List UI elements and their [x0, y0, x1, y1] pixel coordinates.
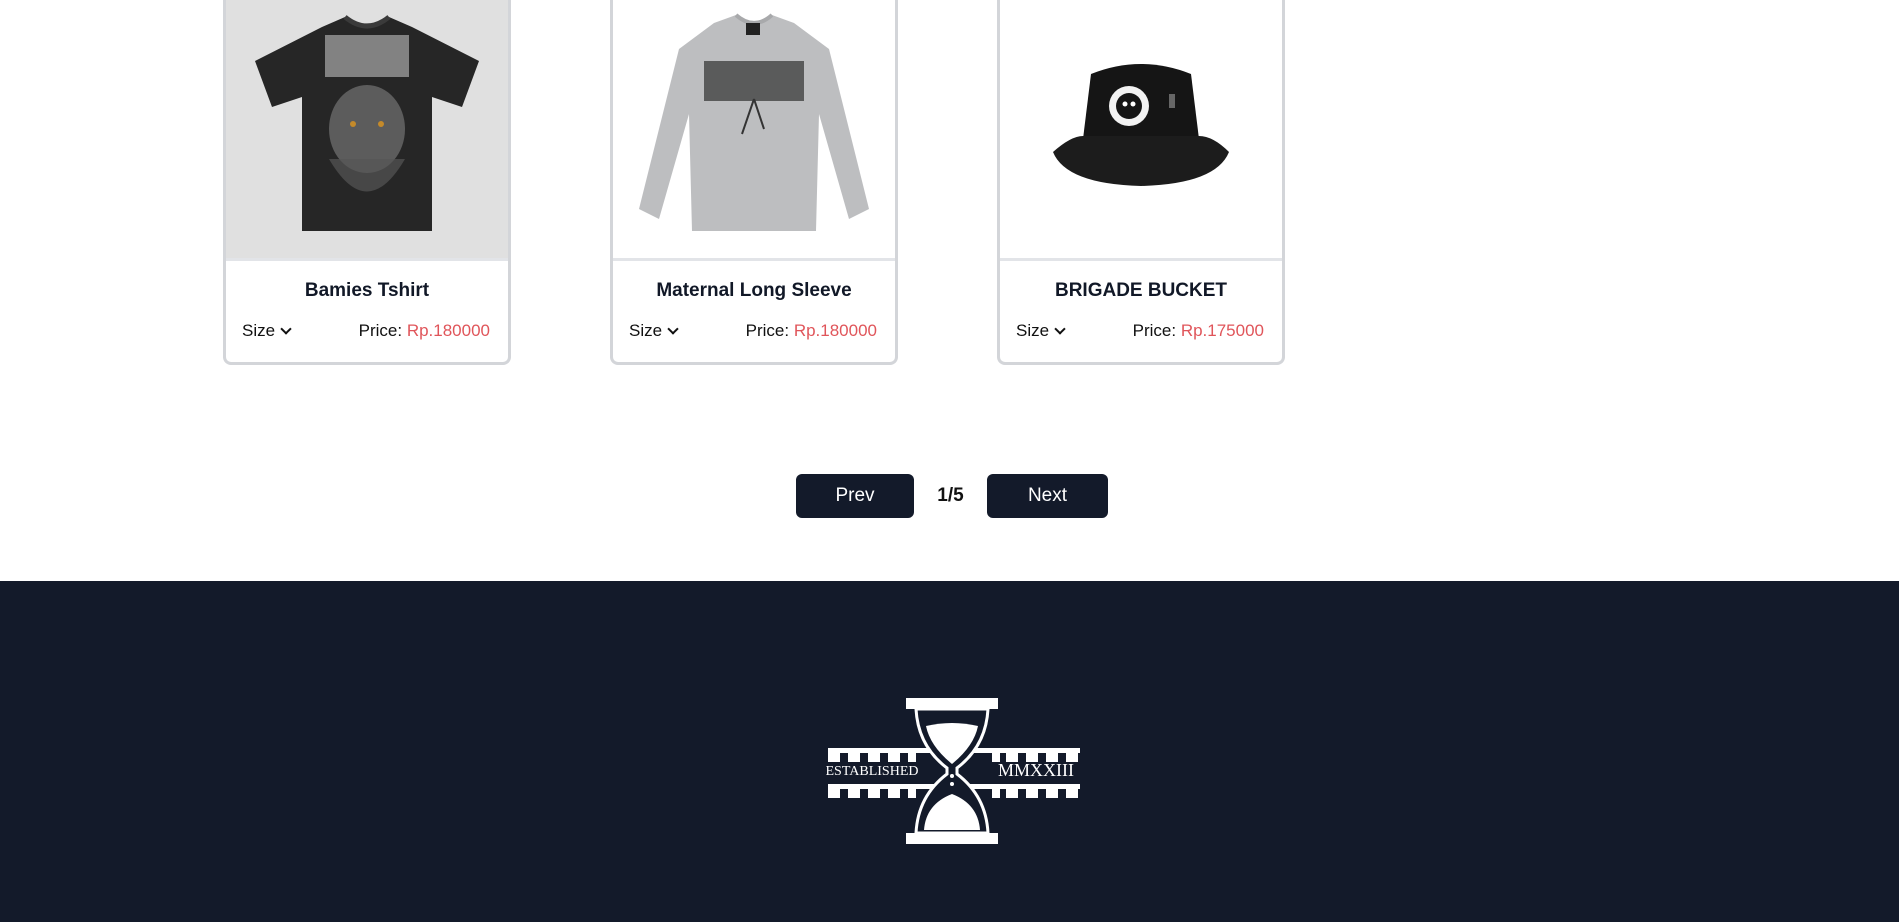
price-value: Rp.180000 [793, 321, 877, 340]
tshirt-icon [255, 15, 479, 231]
size-dropdown[interactable]: Size [629, 321, 679, 341]
bucket-hat-icon [1053, 64, 1229, 186]
chevron-down-icon [1054, 323, 1066, 335]
size-label: Size [242, 321, 276, 340]
product-name[interactable]: Bamies Tshirt [226, 280, 508, 302]
product-name[interactable]: BRIGADE BUCKET [1000, 280, 1282, 302]
product-meta: Size Price: Rp.175000 [1016, 321, 1264, 341]
page-indicator: 1/5 [937, 485, 964, 506]
size-dropdown[interactable]: Size [1016, 321, 1066, 341]
prev-button[interactable]: Prev [796, 474, 914, 518]
logo-left-text: ESTABLISHED [826, 764, 919, 779]
pagination: Prev 1/5 Next [796, 474, 1108, 518]
product-image[interactable] [613, 0, 895, 261]
price-value: Rp.175000 [1180, 321, 1264, 340]
price: Price: Rp.180000 [359, 321, 490, 341]
chevron-down-icon [280, 323, 292, 335]
footer: ESTABLISHED MMXXIII [0, 581, 1899, 922]
price-value: Rp.180000 [406, 321, 490, 340]
product-grid: Bamies Tshirt Size Price: Rp.180000 Mate… [0, 0, 1899, 370]
product-card[interactable]: Maternal Long Sleeve Size Price: Rp.1800… [610, 0, 898, 365]
product-meta: Size Price: Rp.180000 [242, 321, 490, 341]
logo-right-text: MMXXIII [998, 760, 1074, 780]
price-label: Price: [1132, 321, 1177, 340]
product-image[interactable] [1000, 0, 1282, 261]
product-name[interactable]: Maternal Long Sleeve [613, 280, 895, 302]
product-card[interactable]: Bamies Tshirt Size Price: Rp.180000 [223, 0, 511, 365]
price: Price: Rp.175000 [1133, 321, 1264, 341]
product-card[interactable]: BRIGADE BUCKET Size Price: Rp.175000 [997, 0, 1285, 365]
size-dropdown[interactable]: Size [242, 321, 292, 341]
next-button[interactable]: Next [987, 474, 1108, 518]
product-image[interactable] [226, 0, 508, 261]
price-label: Price: [358, 321, 403, 340]
price-label: Price: [745, 321, 790, 340]
hourglass-logo-icon: ESTABLISHED MMXXIII [826, 698, 1080, 844]
size-label: Size [1016, 321, 1050, 340]
price: Price: Rp.180000 [746, 321, 877, 341]
long-sleeve-shirt-icon [639, 13, 869, 231]
chevron-down-icon [667, 323, 679, 335]
size-label: Size [629, 321, 663, 340]
product-meta: Size Price: Rp.180000 [629, 321, 877, 341]
